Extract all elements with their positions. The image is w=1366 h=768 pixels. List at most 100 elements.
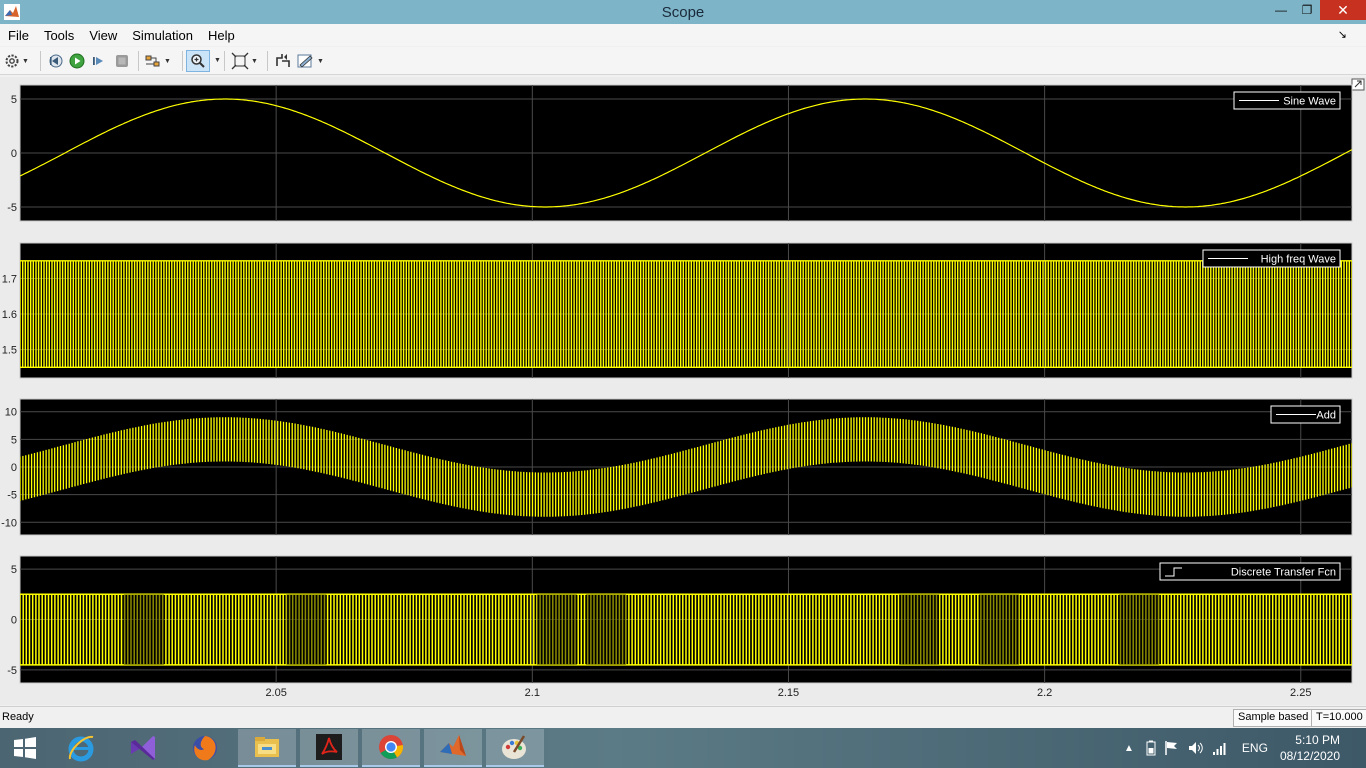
chrome-icon xyxy=(379,735,404,760)
system-tray: ▲ ENG xyxy=(1124,728,1268,768)
menu-simulation[interactable]: Simulation xyxy=(132,28,193,43)
y-tick-label: 5 xyxy=(11,564,17,576)
trace-gap-region xyxy=(899,594,940,665)
legend[interactable]: High freq Wave xyxy=(1202,249,1341,268)
trace-gap-region xyxy=(286,594,327,665)
taskbar-visual-studio[interactable] xyxy=(114,729,172,767)
zoom-in-button[interactable] xyxy=(186,50,210,72)
style-icon xyxy=(297,54,313,68)
volume-icon[interactable] xyxy=(1188,740,1204,756)
step-back-icon xyxy=(49,54,63,68)
triggers-icon xyxy=(276,54,290,67)
taskbar-file-explorer[interactable] xyxy=(238,729,296,767)
settings-icon xyxy=(5,54,19,68)
triggers-button[interactable] xyxy=(273,50,293,72)
action-center-flag-icon[interactable] xyxy=(1164,740,1180,756)
acrobat-icon xyxy=(316,734,342,760)
y-tick-label: 5 xyxy=(11,94,17,106)
legend[interactable]: Discrete Transfer Fcn xyxy=(1159,562,1341,581)
step-forward-icon xyxy=(93,57,103,65)
minimize-button[interactable]: — xyxy=(1268,0,1294,20)
scope-plots: 5 0 -5 Sine Wave 1.7 1.6 1.5 High freq Wave 10 5 0… xyxy=(1,78,1365,699)
taskbar-acrobat[interactable] xyxy=(300,729,358,767)
run-icon xyxy=(69,53,85,69)
input-language-indicator[interactable]: ENG xyxy=(1242,741,1268,755)
style-button[interactable]: ▼ xyxy=(297,50,324,72)
signal-highlight-button[interactable]: ▼ xyxy=(144,50,171,72)
scope-panel-2[interactable]: 1.7 1.6 1.5 High freq Wave xyxy=(2,242,1353,379)
y-tick-label: 0 xyxy=(11,615,17,627)
chevron-down-icon[interactable]: ▼ xyxy=(214,57,221,64)
file-explorer-icon xyxy=(255,737,279,757)
y-tick-label: 0 xyxy=(11,462,17,474)
x-tick-label: 2.2 xyxy=(1037,687,1052,699)
menu-bar: File Tools View Simulation Help ↘ xyxy=(0,24,1366,46)
restore-button[interactable]: ❐ xyxy=(1294,0,1320,20)
menu-tools[interactable]: Tools xyxy=(44,28,74,43)
internet-explorer-icon xyxy=(68,735,94,762)
x-tick-label: 2.05 xyxy=(265,687,286,699)
autoscale-icon xyxy=(231,52,249,70)
chevron-down-icon[interactable]: ▼ xyxy=(251,58,258,65)
windows-start-icon xyxy=(14,737,36,759)
y-tick-label: 10 xyxy=(5,407,17,419)
menu-help[interactable]: Help xyxy=(208,28,235,43)
scope-panel-1[interactable]: 5 0 -5 Sine Wave xyxy=(7,84,1353,222)
firefox-icon xyxy=(193,736,217,761)
trace-gap-region xyxy=(536,594,577,665)
stop-icon xyxy=(116,55,128,67)
visual-studio-icon xyxy=(131,736,155,760)
step-forward-button[interactable] xyxy=(89,50,109,72)
close-button[interactable]: ✕ xyxy=(1320,0,1366,20)
menu-view[interactable]: View xyxy=(89,28,117,43)
legend-label: Discrete Transfer Fcn xyxy=(1231,567,1336,579)
chevron-down-icon[interactable]: ▼ xyxy=(317,58,324,65)
paint-icon xyxy=(502,735,526,759)
undock-arrow-icon[interactable]: ↘ xyxy=(1338,28,1347,41)
menu-file[interactable]: File xyxy=(8,28,29,43)
show-hidden-icons-icon[interactable]: ▲ xyxy=(1124,743,1134,754)
y-tick-label: 5 xyxy=(11,434,17,446)
scope-panel-4[interactable]: 2.05 2.1 2.15 2.2 2.25 5 0 -5 Discrete Transfer … xyxy=(7,555,1353,699)
network-signal-icon[interactable] xyxy=(1212,740,1228,756)
high-freq-wave-trace xyxy=(20,260,1352,368)
taskbar-chrome[interactable] xyxy=(362,729,420,767)
x-tick-label: 2.25 xyxy=(1290,687,1311,699)
scope-display: 5 0 -5 Sine Wave 1.7 1.6 1.5 High freq Wave 10 5 0… xyxy=(0,77,1366,705)
trace-gap-region xyxy=(123,594,164,665)
x-tick-label: 2.15 xyxy=(778,687,799,699)
chevron-down-icon[interactable]: ▼ xyxy=(164,58,171,65)
scope-panel-3[interactable]: 10 5 0 -5 -10 Add xyxy=(1,398,1353,536)
legend[interactable]: Add xyxy=(1270,405,1341,424)
battery-icon[interactable] xyxy=(1146,740,1156,756)
taskbar-paint[interactable] xyxy=(486,729,544,767)
y-tick-label: 1.5 xyxy=(2,345,17,357)
y-tick-label: 1.6 xyxy=(2,309,17,321)
chevron-down-icon[interactable]: ▼ xyxy=(22,58,29,65)
window-title: Scope xyxy=(661,3,705,21)
y-tick-label: 0 xyxy=(11,148,17,160)
configuration-properties-button[interactable]: ▼ xyxy=(4,50,29,72)
legend-label: High freq Wave xyxy=(1261,254,1336,266)
step-back-button[interactable] xyxy=(45,50,65,72)
sample-mode-indicator: Sample based xyxy=(1233,709,1314,727)
taskbar: ▲ ENG 5:10 PM 08/12/2020 xyxy=(0,728,1366,768)
matlab-icon xyxy=(440,735,466,756)
legend[interactable]: Sine Wave xyxy=(1233,91,1341,110)
trace-gap-region xyxy=(1118,594,1159,665)
taskbar-firefox[interactable] xyxy=(176,729,234,767)
taskbar-internet-explorer[interactable] xyxy=(52,729,110,767)
run-button[interactable] xyxy=(67,50,87,72)
simulation-time-indicator: T=10.000 xyxy=(1311,709,1366,727)
status-text: Ready xyxy=(2,711,34,723)
autoscale-button[interactable]: ▼ xyxy=(231,50,258,72)
start-button[interactable] xyxy=(0,729,50,767)
zoom-in-icon xyxy=(191,54,205,68)
y-tick-label: -5 xyxy=(7,665,17,677)
y-tick-label: -5 xyxy=(7,202,17,214)
taskbar-clock[interactable]: 5:10 PM 08/12/2020 xyxy=(1280,732,1340,764)
legend-label: Add xyxy=(1316,410,1336,422)
taskbar-matlab[interactable] xyxy=(424,729,482,767)
stop-button[interactable] xyxy=(112,50,132,72)
y-tick-label: 1.7 xyxy=(2,274,17,286)
